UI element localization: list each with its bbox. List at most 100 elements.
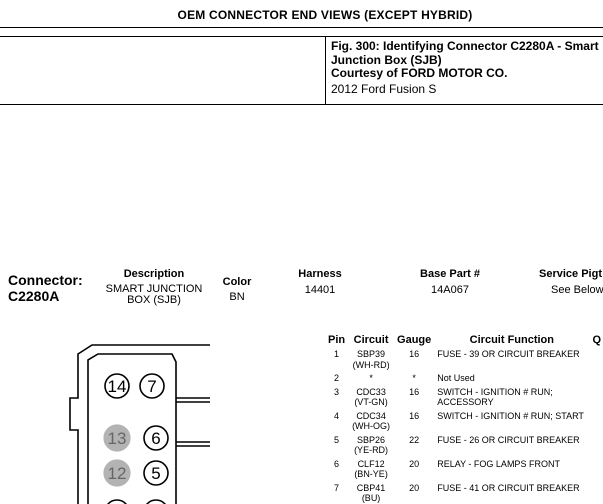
gauge-value: 16 (409, 410, 420, 421)
title-divider (0, 27, 603, 28)
pin-table-header-row: Pin Circuit Gauge Circuit Function Q (326, 334, 603, 349)
function-cell: FUSE - 39 OR CIRCUIT BREAKER (433, 349, 590, 373)
circuit-cell: SBP39 (WH-RD) (347, 349, 395, 373)
table-row: 7 CBP41 (BU) 20 FUSE - 41 OR CIRCUIT BRE… (326, 483, 603, 504)
circuit-color: (WH-OG) (352, 421, 391, 431)
pin-number: 6 (334, 458, 340, 469)
function-text: SWITCH - IGNITION # RUN; (437, 386, 553, 397)
service-pigtail-header: Service Pigt (539, 268, 602, 280)
pin-label-7: 7 (147, 377, 156, 396)
pin-cavity-6: 6 (143, 425, 169, 451)
pin-label-6: 6 (151, 429, 160, 448)
pin-cavity-5: 5 (143, 460, 169, 486)
function-cell: RELAY - FOG LAMPS FRONT (433, 459, 590, 483)
pin-label-13: 13 (108, 429, 127, 448)
description-column: Description SMART JUNCTION BOX (SJB) (104, 268, 204, 306)
pin-number: 4 (334, 410, 340, 421)
table-row: 3 CDC33 (VT-GN) 16 SWITCH - IGNITION # R… (326, 387, 603, 411)
function-cell: FUSE - 41 OR CIRCUIT BREAKER (433, 483, 590, 504)
color-value: BN (229, 291, 245, 303)
function-col-header: Circuit Function (469, 334, 554, 346)
gauge-value: 16 (409, 386, 420, 397)
base-part-value: 14A067 (431, 284, 469, 296)
pin-cavity-partial-right (146, 499, 166, 504)
pin-cavity-14: 14 (104, 373, 130, 399)
document-page: OEM CONNECTOR END VIEWS (EXCEPT HYBRID) … (0, 0, 603, 504)
circuit-cell: CDC34 (WH-OG) (347, 411, 395, 435)
caption-bottom-divider (0, 104, 603, 105)
circuit-id: CDC34 (356, 410, 386, 421)
circuit-id: CLF12 (357, 458, 385, 469)
pin-cavity-7: 7 (139, 373, 165, 399)
table-row: 2 * * Not Used (326, 373, 603, 387)
pin-number: 1 (334, 349, 340, 359)
function-cell: FUSE - 26 OR CIRCUIT BREAKER (433, 435, 590, 459)
pin-number: 7 (334, 482, 340, 493)
connector-id: C2280A (8, 288, 60, 304)
gauge-value: * (412, 373, 416, 383)
service-pigtail-column: Service Pigt See Below (539, 268, 603, 296)
color-header: Color (222, 276, 252, 288)
q-col-header: Q (592, 334, 601, 346)
connector-label: Connector: C2280A (8, 272, 83, 304)
circuit-color: (WH-RD) (352, 359, 390, 370)
pin-number: 2 (334, 373, 340, 383)
circuit-id: SBP39 (357, 349, 386, 359)
circuit-color: (YE-RD) (354, 445, 389, 455)
circuit-cell: * (347, 373, 395, 387)
connector-latch (176, 397, 210, 447)
circuit-id: SBP26 (357, 434, 386, 445)
figure-vehicle: 2012 Ford Fusion S (331, 81, 437, 96)
table-row: 6 CLF12 (BN-YE) 20 RELAY - FOG LAMPS FRO… (326, 459, 603, 483)
base-part-header: Base Part # (420, 268, 480, 280)
circuit-cell: CLF12 (BN-YE) (347, 459, 395, 483)
figure-title: Fig. 300: Identifying Connector C2280A -… (331, 39, 599, 67)
description-line2: BOX (SJB) (127, 294, 181, 306)
circuit-id: * (369, 373, 373, 383)
pin-label-14: 14 (108, 377, 127, 396)
function-text: RELAY - FOG LAMPS FRONT (437, 458, 560, 469)
harness-header: Harness (298, 268, 342, 280)
table-row: 4 CDC34 (WH-OG) 16 SWITCH - IGNITION # R… (326, 411, 603, 435)
gauge-value: 22 (409, 434, 420, 445)
gauge-value: 16 (409, 349, 420, 359)
function-text: FUSE - 39 OR CIRCUIT BREAKER (437, 349, 580, 359)
function-text-cont: ACCESSORY (437, 397, 494, 407)
figure-caption: Fig. 300: Identifying Connector C2280A -… (325, 36, 603, 104)
pin-number: 5 (334, 434, 340, 445)
function-text: FUSE - 26 OR CIRCUIT BREAKER (437, 434, 580, 445)
function-text: Not Used (437, 373, 475, 383)
service-pigtail-value: See Below (551, 284, 603, 296)
gauge-value: 20 (409, 482, 420, 493)
connector-housing-outline (69, 344, 210, 504)
circuit-id: CDC33 (356, 386, 386, 397)
circuit-color: (VT-GN) (354, 397, 388, 407)
table-row: 5 SBP26 (YE-RD) 22 FUSE - 26 OR CIRCUIT … (326, 435, 603, 459)
pin-number: 3 (334, 386, 340, 397)
function-text: FUSE - 41 OR CIRCUIT BREAKER (437, 482, 580, 493)
pin-table: Pin Circuit Gauge Circuit Function Q 1 S… (326, 334, 603, 504)
pin-cavity-12: 12 (103, 459, 131, 487)
function-cell: SWITCH - IGNITION # RUN; ACCESSORY (433, 387, 590, 411)
function-cell: SWITCH - IGNITION # RUN; START (433, 411, 590, 435)
connector-label-text: Connector: (8, 272, 83, 288)
function-text: SWITCH - IGNITION # RUN; START (437, 410, 584, 421)
pin-label-12: 12 (108, 464, 127, 483)
harness-value: 14401 (304, 284, 336, 296)
table-row: 1 SBP39 (WH-RD) 16 FUSE - 39 OR CIRCUIT … (326, 349, 603, 373)
document-title: OEM CONNECTOR END VIEWS (EXCEPT HYBRID) (177, 8, 473, 22)
gauge-value: 20 (409, 458, 420, 469)
circuit-color: (BU) (361, 493, 381, 503)
pin-col-header: Pin (328, 334, 346, 346)
description-header: Description (123, 268, 185, 280)
function-cell: Not Used (433, 373, 590, 387)
base-part-column: Base Part # 14A067 (410, 268, 490, 296)
harness-column: Harness 14401 (290, 268, 350, 296)
circuit-id: CBP41 (356, 482, 386, 493)
pin-cavity-13: 13 (103, 424, 131, 452)
circuit-cell: CBP41 (BU) (347, 483, 395, 504)
connector-face-diagram: 14 7 13 6 12 5 (69, 344, 210, 504)
circuit-cell: CDC33 (VT-GN) (347, 387, 395, 411)
gauge-col-header: Gauge (397, 334, 432, 346)
circuit-color: (BN-YE) (354, 469, 388, 479)
